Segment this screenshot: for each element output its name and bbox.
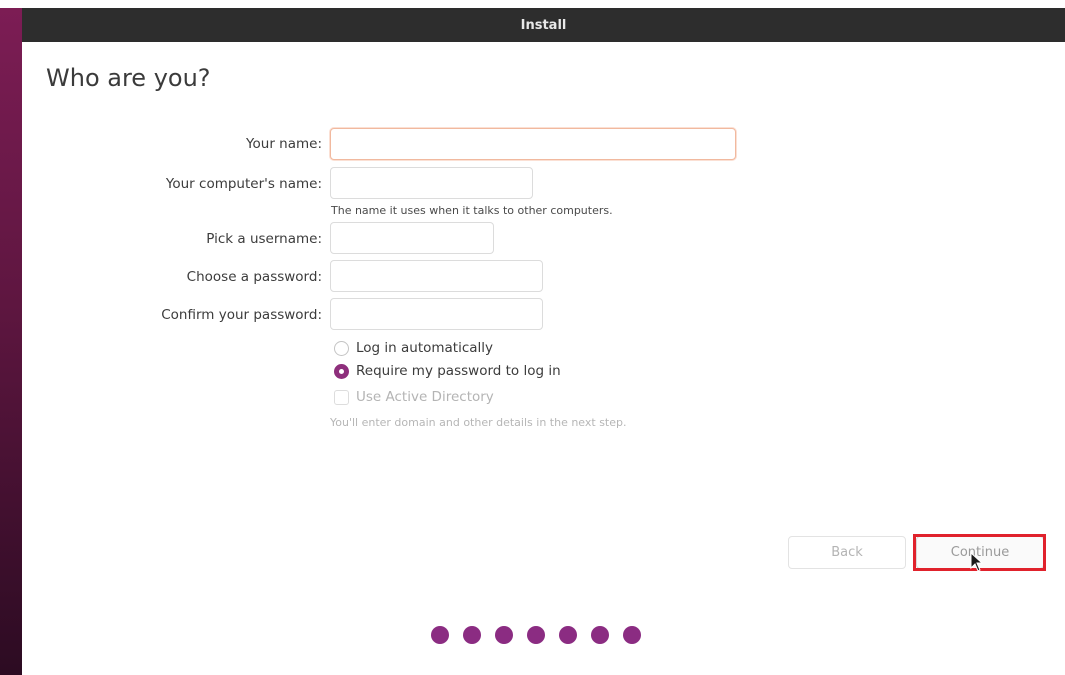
your-name-label: Your name: bbox=[246, 136, 322, 152]
installer-progress bbox=[431, 626, 641, 644]
computer-name-input[interactable] bbox=[330, 167, 533, 199]
active-directory-hint: You'll enter domain and other details in… bbox=[330, 416, 627, 429]
progress-dot bbox=[623, 626, 641, 644]
active-directory-label: Use Active Directory bbox=[356, 389, 494, 405]
desktop-background bbox=[0, 0, 22, 675]
active-directory-checkbox[interactable] bbox=[334, 389, 349, 405]
progress-dot bbox=[591, 626, 609, 644]
require-password-radio[interactable] bbox=[334, 363, 349, 379]
username-label: Pick a username: bbox=[206, 231, 322, 247]
progress-dot bbox=[463, 626, 481, 644]
desktop-top-edge bbox=[0, 0, 1065, 8]
computer-name-hint: The name it uses when it talks to other … bbox=[331, 204, 613, 217]
progress-dot bbox=[559, 626, 577, 644]
auto-login-option[interactable]: Log in automatically bbox=[334, 340, 493, 356]
require-password-label: Require my password to log in bbox=[356, 363, 561, 379]
require-password-option[interactable]: Require my password to log in bbox=[334, 363, 561, 379]
window-title: Install bbox=[520, 17, 567, 33]
progress-dot bbox=[495, 626, 513, 644]
progress-dot bbox=[527, 626, 545, 644]
username-input[interactable] bbox=[330, 222, 494, 254]
installer-window: Install Who are you? Your name: Your com… bbox=[22, 8, 1065, 675]
computer-name-label: Your computer's name: bbox=[165, 176, 322, 192]
password-label: Choose a password: bbox=[186, 269, 322, 285]
back-button[interactable]: Back bbox=[788, 536, 906, 569]
auto-login-label: Log in automatically bbox=[356, 340, 494, 356]
confirm-password-label: Confirm your password: bbox=[161, 307, 322, 323]
confirm-password-input[interactable] bbox=[330, 298, 543, 330]
progress-dot bbox=[431, 626, 449, 644]
active-directory-option[interactable]: Use Active Directory bbox=[334, 389, 494, 405]
auto-login-radio[interactable] bbox=[334, 340, 349, 356]
password-input[interactable] bbox=[330, 260, 543, 292]
your-name-input[interactable] bbox=[330, 128, 736, 160]
page-title: Who are you? bbox=[46, 64, 211, 92]
window-titlebar[interactable]: Install bbox=[22, 8, 1065, 42]
mouse-pointer-icon bbox=[970, 552, 984, 572]
